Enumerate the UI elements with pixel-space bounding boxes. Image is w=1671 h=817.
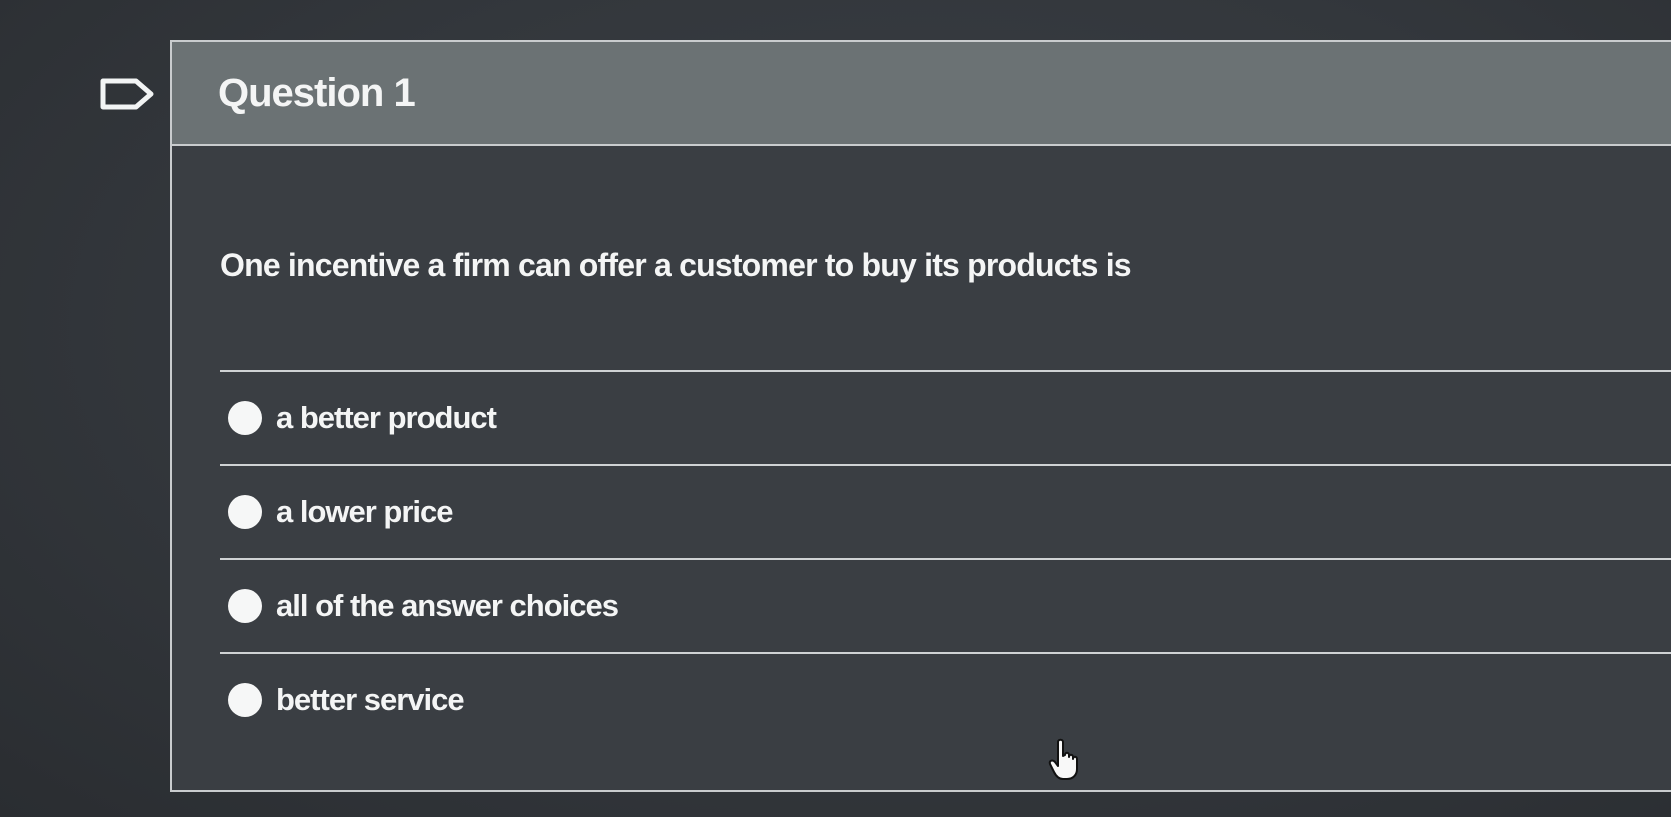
hand-pointer-icon	[1048, 738, 1078, 780]
page: Question 1 One incentive a firm can offe…	[0, 0, 1671, 817]
radio-button[interactable]	[228, 495, 262, 529]
answer-option[interactable]: a lower price	[220, 464, 1671, 558]
flag-icon[interactable]	[100, 78, 156, 110]
question-card: Question 1 One incentive a firm can offe…	[170, 40, 1671, 792]
answer-label: better service	[276, 682, 465, 717]
answer-option[interactable]: better service	[220, 652, 1671, 746]
answer-label: a lower price	[276, 494, 454, 529]
radio-button[interactable]	[228, 589, 262, 623]
answer-label: a better product	[276, 400, 497, 435]
question-header: Question 1	[172, 42, 1671, 146]
answer-label: all of the answer choices	[276, 588, 619, 623]
question-title: Question 1	[218, 70, 416, 115]
answer-list: a better product a lower price all of th…	[220, 370, 1671, 746]
question-prompt: One incentive a firm can offer a custome…	[220, 247, 1132, 283]
radio-button[interactable]	[228, 401, 262, 435]
radio-button[interactable]	[228, 683, 262, 717]
answer-option[interactable]: all of the answer choices	[220, 558, 1671, 652]
answer-option[interactable]: a better product	[220, 370, 1671, 464]
